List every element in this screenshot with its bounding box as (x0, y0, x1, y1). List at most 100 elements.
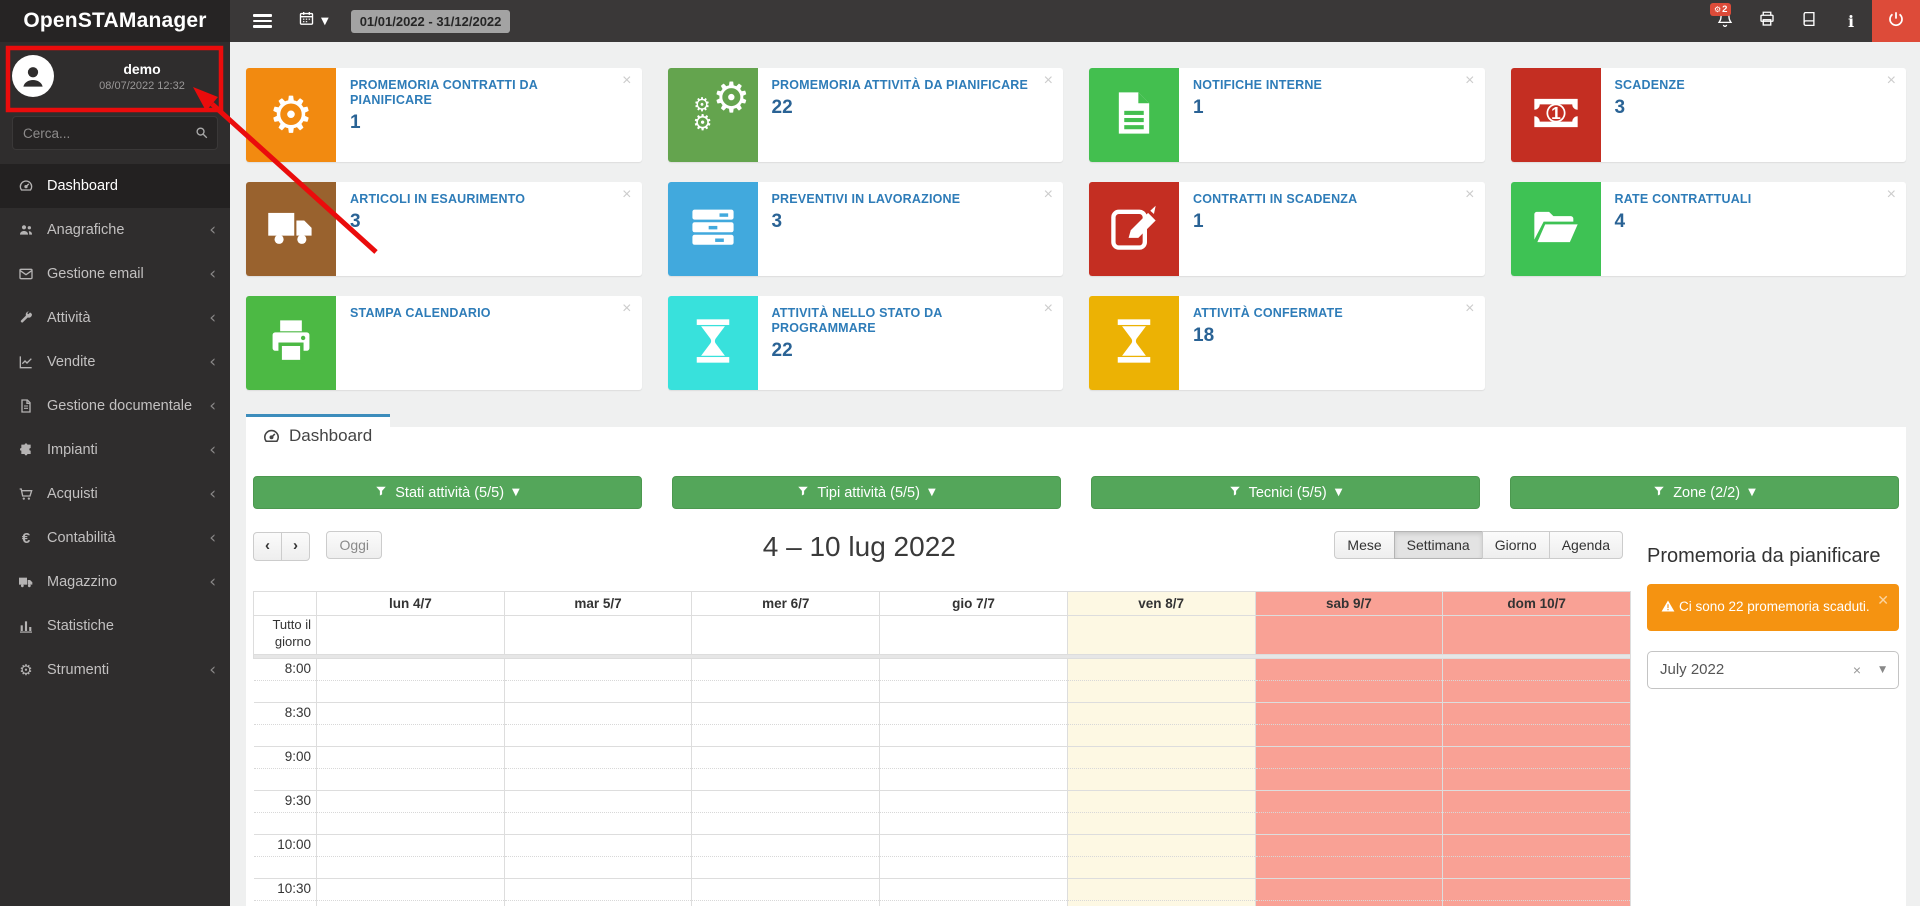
calendar-slot[interactable] (880, 681, 1068, 703)
calendar-slot[interactable] (1067, 813, 1255, 835)
calendar-slot[interactable] (692, 747, 880, 769)
calendar-slot[interactable] (504, 813, 692, 835)
calendar-slot[interactable] (504, 659, 692, 681)
filter-button-tipi-attivita-5-5[interactable]: Tipi attività (5/5)▼ (672, 476, 1061, 509)
docs-button[interactable] (1788, 0, 1830, 42)
calendar-slot[interactable] (1443, 747, 1631, 769)
info-button[interactable]: i (1830, 0, 1872, 42)
filter-button-zone-2-2[interactable]: Zone (2/2)▼ (1510, 476, 1899, 509)
sidebar-item-strumenti[interactable]: ⚙Strumenti‹ (0, 648, 230, 692)
calendar-slot[interactable] (317, 835, 505, 857)
calendar-slot[interactable] (1443, 725, 1631, 747)
print-button[interactable] (1746, 0, 1788, 42)
calendar-slot[interactable] (692, 659, 880, 681)
calendar-slot[interactable] (880, 703, 1068, 725)
infobox-close-button[interactable]: × (1044, 73, 1053, 89)
calendar-slot[interactable] (880, 791, 1068, 813)
sidebar-item-magazzino[interactable]: Magazzino‹ (0, 560, 230, 604)
calendar-allday-slot[interactable] (1067, 616, 1255, 655)
app-logo[interactable]: OpenSTAManager (0, 0, 230, 42)
calendar-slot[interactable] (504, 857, 692, 879)
sidebar-item-impianti[interactable]: Impianti‹ (0, 428, 230, 472)
calendar-slot[interactable] (692, 769, 880, 791)
infobox-title-link[interactable]: STAMPA CALENDARIO (350, 306, 628, 321)
calendar-allday-slot[interactable] (317, 616, 505, 655)
calendar-slot[interactable] (317, 901, 505, 906)
calendar-slot[interactable] (880, 857, 1068, 879)
calendar-slot[interactable] (1067, 703, 1255, 725)
calendar-slot[interactable] (504, 901, 692, 906)
calendar-slot[interactable] (317, 681, 505, 703)
select-caret-icon[interactable]: ▼ (1879, 665, 1886, 675)
calendar-prev-button[interactable]: ‹ (253, 532, 282, 561)
calendar-slot[interactable] (1443, 857, 1631, 879)
calendar-slot[interactable] (1255, 901, 1443, 906)
calendar-slot[interactable] (880, 659, 1068, 681)
sidebar-item-anagrafiche[interactable]: Anagrafiche‹ (0, 208, 230, 252)
calendar-slot[interactable] (504, 703, 692, 725)
calendar-slot[interactable] (317, 791, 505, 813)
tab-dashboard[interactable]: Dashboard (246, 414, 390, 456)
calendar-slot[interactable] (1255, 725, 1443, 747)
calendar-slot[interactable] (1443, 813, 1631, 835)
calendar-slot[interactable] (692, 813, 880, 835)
calendar-slot[interactable] (1255, 813, 1443, 835)
calendar-slot[interactable] (504, 747, 692, 769)
infobox-close-button[interactable]: × (622, 301, 631, 317)
infobox-title-link[interactable]: ATTIVITÀ CONFERMATE (1193, 306, 1471, 321)
calendar-slot[interactable] (692, 725, 880, 747)
calendar-slot[interactable] (692, 901, 880, 906)
infobox-close-button[interactable]: × (1465, 301, 1474, 317)
calendar-slot[interactable] (1443, 879, 1631, 901)
calendar-view-agenda[interactable]: Agenda (1549, 531, 1623, 559)
calendar-slot[interactable] (1443, 791, 1631, 813)
calendar-slot[interactable] (1067, 835, 1255, 857)
calendar-slot[interactable] (1443, 703, 1631, 725)
calendar-next-button[interactable]: › (281, 532, 310, 561)
calendar-slot[interactable] (1443, 769, 1631, 791)
infobox-close-button[interactable]: × (1887, 73, 1896, 89)
calendar-slot[interactable] (317, 659, 505, 681)
sidebar-item-vendite[interactable]: Vendite‹ (0, 340, 230, 384)
filter-button-stati-attivita-5-5[interactable]: Stati attività (5/5)▼ (253, 476, 642, 509)
calendar-slot[interactable] (317, 725, 505, 747)
calendar-slot[interactable] (1443, 835, 1631, 857)
calendar-slot[interactable] (1067, 791, 1255, 813)
search-icon[interactable] (194, 125, 209, 145)
infobox-close-button[interactable]: × (622, 73, 631, 89)
sidebar-item-contabilita[interactable]: €Contabilità‹ (0, 516, 230, 560)
calendar-slot[interactable] (317, 813, 505, 835)
infobox-title-link[interactable]: SCADENZE (1615, 78, 1893, 93)
calendar-slot[interactable] (1067, 857, 1255, 879)
notifications-button[interactable]: ⚙2 (1704, 0, 1746, 42)
alert-close-icon[interactable]: ✕ (1877, 591, 1889, 613)
sidebar-item-statistiche[interactable]: Statistiche (0, 604, 230, 648)
calendar-slot[interactable] (1067, 659, 1255, 681)
calendar-slot[interactable] (504, 725, 692, 747)
calendar-slot[interactable] (1443, 681, 1631, 703)
calendar-slot[interactable] (692, 879, 880, 901)
calendar-slot[interactable] (880, 769, 1068, 791)
calendar-slot[interactable] (1067, 901, 1255, 906)
infobox-close-button[interactable]: × (1044, 301, 1053, 317)
calendar-slot[interactable] (1255, 791, 1443, 813)
calendar-slot[interactable] (880, 901, 1068, 906)
calendar-slot[interactable] (504, 769, 692, 791)
calendar-slot[interactable] (317, 879, 505, 901)
filter-button-tecnici-5-5[interactable]: Tecnici (5/5)▼ (1091, 476, 1480, 509)
calendar-slot[interactable] (1255, 769, 1443, 791)
calendar-slot[interactable] (1255, 703, 1443, 725)
calendar-slot[interactable] (1067, 681, 1255, 703)
calendar-slot[interactable] (692, 703, 880, 725)
calendar-slot[interactable] (880, 725, 1068, 747)
infobox-close-button[interactable]: × (622, 187, 631, 203)
calendar-view-mese[interactable]: Mese (1334, 531, 1394, 559)
infobox-title-link[interactable]: PREVENTIVI IN LAVORAZIONE (772, 192, 1050, 207)
calendar-slot[interactable] (692, 681, 880, 703)
calendar-slot[interactable] (692, 857, 880, 879)
infobox-title-link[interactable]: PROMEMORIA ATTIVITÀ DA PIANIFICARE (772, 78, 1050, 93)
user-panel[interactable]: demo 08/07/2022 12:32 (0, 42, 230, 106)
calendar-slot[interactable] (504, 681, 692, 703)
calendar-slot[interactable] (317, 747, 505, 769)
calendar-slot[interactable] (1255, 857, 1443, 879)
